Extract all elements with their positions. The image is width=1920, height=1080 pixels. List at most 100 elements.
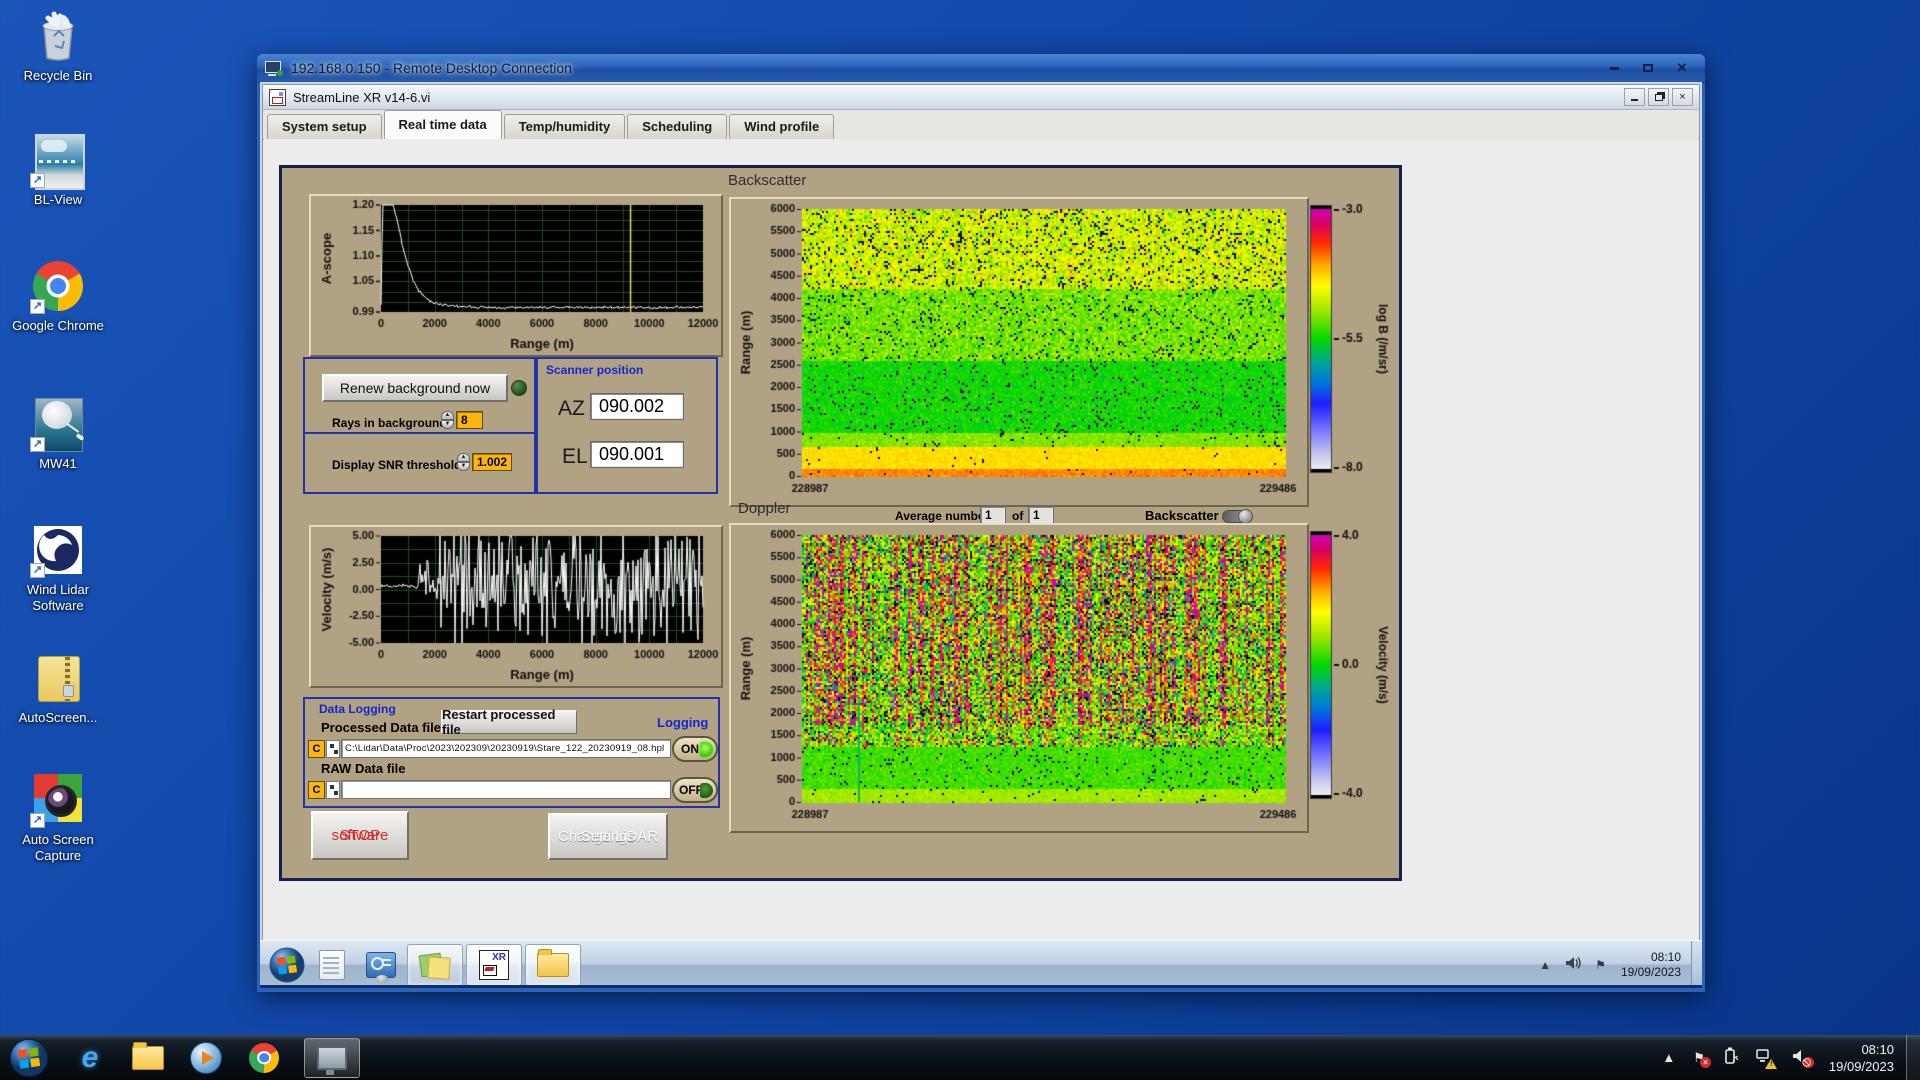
raw-browse-icon[interactable] (326, 781, 340, 799)
app-minimize-button[interactable] (1624, 88, 1645, 106)
background-controls-group: Renew background now Rays in background … (303, 357, 536, 434)
data-logging-group: Data Logging Processed Data file Restart… (303, 697, 720, 808)
show-desktop-button[interactable] (1906, 1035, 1920, 1080)
session-speaker-icon[interactable] (1565, 956, 1581, 973)
session-taskbar-streamline-xr[interactable]: XR (466, 943, 522, 986)
session-taskbar-notepad[interactable] (309, 945, 355, 985)
labview-vi-icon (269, 88, 286, 106)
session-start-button[interactable] (268, 946, 306, 984)
raw-logging-off-button[interactable]: OFF (672, 777, 718, 803)
desktop-icon-label: BL-View (33, 192, 83, 207)
desktop-icon-mw41[interactable]: ↗ MW41 (6, 396, 110, 472)
backscatter-colorbar (1304, 199, 1399, 479)
processed-browse-icon[interactable] (326, 740, 340, 758)
app-titlebar[interactable]: StreamLine XR v14-6.vi × (263, 85, 1699, 110)
desktop-icon-bl-view[interactable]: ↗ BL-View (6, 132, 110, 208)
session-clock[interactable]: 08:10 19/09/2023 (1621, 950, 1681, 980)
average-of-label: of (1012, 509, 1024, 523)
doppler-section-title: Doppler (738, 500, 791, 517)
on-led (700, 742, 713, 757)
session-tray-expand-icon[interactable]: ▲ (1539, 958, 1551, 972)
recycle-bin-icon (30, 8, 86, 64)
labview-front-panel: Backscatter Renew background now Rays in… (279, 165, 1402, 881)
shortcut-arrow-icon: ↗ (30, 173, 45, 188)
tab-real-time-data[interactable]: Real time data (383, 110, 502, 140)
rays-value-field[interactable]: 8 (456, 411, 483, 429)
snr-value-field[interactable]: 1.002 (472, 453, 512, 471)
start-button[interactable] (8, 1037, 50, 1079)
processed-data-file-label: Processed Data file (321, 720, 441, 735)
restart-processed-file-button[interactable]: Restart processed file (441, 707, 577, 737)
close-button[interactable]: × (1667, 58, 1697, 78)
desktop-icon-autoscreen-zip[interactable]: AutoScreen... (6, 650, 110, 726)
tab-temp-humidity[interactable]: Temp/humidity (503, 114, 626, 139)
tray-expand-icon[interactable]: ▲ (1662, 1050, 1675, 1065)
scanner-position-group: Scanner position AZ 090.002 EL 090.001 (536, 357, 718, 494)
renew-background-button[interactable]: Renew background now (322, 374, 508, 402)
desktop-icon-wind-lidar-software[interactable]: ↗ Wind Lidar Software (6, 522, 110, 614)
average-total-field[interactable]: 1 (1028, 506, 1054, 524)
mw41-balloon-icon: ↗ (30, 396, 86, 452)
taskbar-chrome[interactable] (246, 1040, 282, 1076)
session-show-desktop-button[interactable] (1691, 941, 1702, 988)
desktop-icon-recycle-bin[interactable]: Recycle Bin (6, 8, 110, 84)
taskbar-media-player[interactable] (188, 1040, 224, 1076)
az-label: AZ (558, 397, 585, 420)
desktop-icon-label: Wind Lidar Software (26, 582, 90, 613)
taskbar-clock[interactable]: 08:10 19/09/2023 (1829, 1041, 1894, 1075)
tab-scheduling[interactable]: Scheduling (627, 114, 728, 139)
desktop-icon-google-chrome[interactable]: ↗ Google Chrome (6, 258, 110, 334)
desktop-icon-label: Google Chrome (12, 318, 104, 333)
raw-drive-box[interactable]: C (308, 781, 325, 799)
raw-path-field[interactable] (341, 780, 671, 799)
average-count-field[interactable]: 1 (980, 506, 1006, 524)
taskbar-remote-desktop-active[interactable] (304, 1037, 360, 1078)
tab-wind-profile[interactable]: Wind profile (729, 114, 835, 139)
rays-spinner[interactable]: ▲ ▼ (441, 411, 454, 429)
bl-view-icon: ↗ (30, 132, 86, 190)
snr-threshold-group: Display SNR threshold ▲ ▼ 1.002 (303, 432, 536, 494)
session-taskbar-control-panel[interactable] (358, 945, 404, 985)
app-close-button[interactable]: × (1672, 88, 1693, 106)
snr-spinner[interactable]: ▲ ▼ (457, 453, 470, 471)
shortcut-arrow-icon: ↗ (30, 437, 45, 452)
az-value-field[interactable]: 090.002 (590, 393, 684, 420)
el-value-field[interactable]: 090.001 (590, 441, 684, 468)
tray-volume-muted-icon[interactable]: ⃠ (1792, 1049, 1814, 1068)
processed-logging-on-button[interactable]: ON (672, 736, 718, 762)
taskbar-internet-explorer[interactable]: e (72, 1040, 108, 1076)
backscatter-toggle-label: Backscatter (1145, 508, 1219, 523)
stop-software-button[interactable]: STOP software (311, 811, 409, 860)
processed-drive-box[interactable]: C (308, 740, 325, 758)
session-taskbar-sticky-notes[interactable] (407, 943, 463, 986)
processed-path-field[interactable]: C:\Lidar\Data\Proc\2023\202309\20230919\… (341, 739, 671, 758)
desktop-icon-auto-screen-capture[interactable]: ↗ Auto Screen Capture (6, 772, 110, 864)
app-window-title: StreamLine XR v14-6.vi (293, 89, 431, 105)
tab-system-setup[interactable]: System setup (267, 114, 382, 139)
taskbar-explorer[interactable] (130, 1040, 166, 1076)
backscatter-section-title: Backscatter (728, 172, 807, 189)
session-action-center-flag-icon[interactable]: ⚑ (1595, 958, 1606, 972)
snr-threshold-label: Display SNR threshold (332, 458, 462, 472)
rdp-window: 192.168.0.150 - Remote Desktop Connectio… (257, 54, 1705, 992)
maximize-button[interactable] (1633, 59, 1663, 78)
session-tray: ▲ ⚑ 08:10 19/09/2023 (1532, 941, 1702, 988)
desktop-icon-label: AutoScreen... (18, 710, 98, 725)
app-restore-button[interactable] (1648, 88, 1669, 106)
tray-power-icon[interactable] (1723, 1047, 1739, 1068)
rdp-titlebar[interactable]: 192.168.0.150 - Remote Desktop Connectio… (257, 54, 1705, 83)
rdp-bottom-border (260, 985, 1702, 988)
change-lidar-settings-button[interactable]: Change LiDAR Settings (548, 813, 668, 860)
minimize-button[interactable] (1599, 59, 1629, 78)
scanner-position-title: Scanner position (546, 363, 644, 377)
wind-lidar-logo-icon: ↗ (30, 522, 86, 578)
remote-desktop-icon (317, 1045, 347, 1075)
system-tray: ▲ ⚑× ! ⃠ 08:10 19/09/2023 (1653, 1035, 1920, 1080)
session-taskbar-explorer[interactable] (525, 943, 581, 986)
backscatter-toggle-switch[interactable] (1222, 509, 1253, 524)
tray-network-icon[interactable]: ! (1756, 1048, 1777, 1069)
host-taskbar: e ▲ ⚑× ! ⃠ 08:10 19/09/2023 (0, 1035, 1920, 1080)
tray-action-center-flag-icon[interactable]: ⚑ × (1693, 1050, 1711, 1068)
streamline-app-window: StreamLine XR v14-6.vi × System setup Re… (262, 84, 1700, 941)
renew-background-led (511, 380, 527, 396)
